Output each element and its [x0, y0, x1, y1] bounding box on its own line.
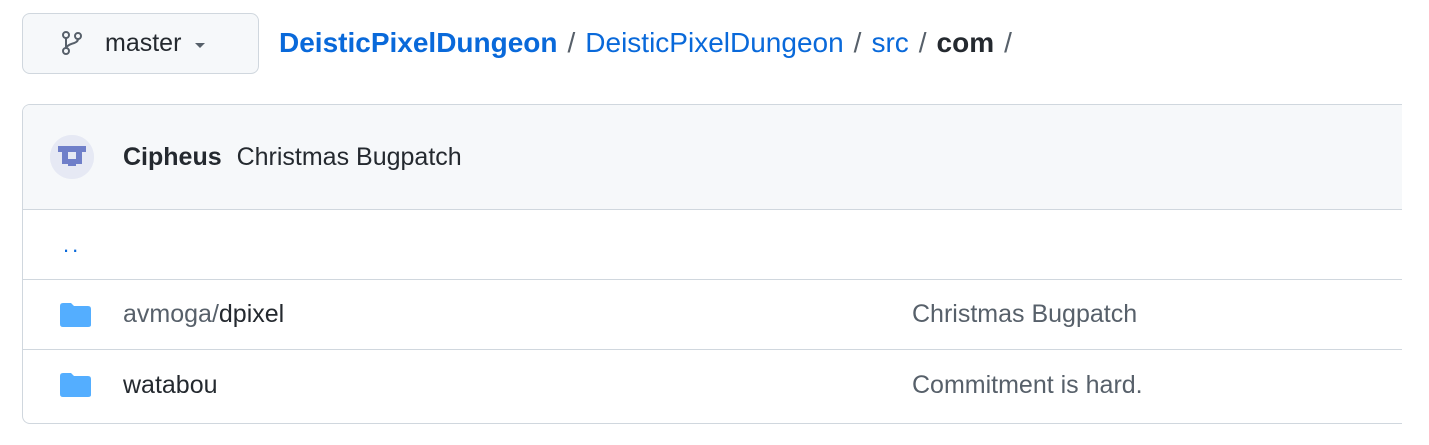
- latest-commit-header: Cipheus Christmas Bugpatch: [23, 105, 1402, 210]
- file-browser: Cipheus Christmas Bugpatch .. avmoga/dpi…: [22, 104, 1402, 424]
- repo-navigation-bar: master DeisticPixelDungeon / DeisticPixe…: [22, 12, 1022, 74]
- latest-commit-text: Cipheus Christmas Bugpatch: [123, 143, 462, 172]
- breadcrumb-current-folder: com: [936, 27, 995, 58]
- file-name-prefix: avmoga/: [123, 300, 219, 328]
- file-row[interactable]: watabou Commitment is hard.: [23, 350, 1402, 420]
- branch-select-button[interactable]: master: [22, 12, 259, 74]
- breadcrumb-repo-root[interactable]: DeisticPixelDungeon: [279, 27, 558, 59]
- avatar[interactable]: [50, 135, 94, 179]
- breadcrumb-folder-deisticpixeldungeon[interactable]: DeisticPixelDungeon: [585, 27, 843, 59]
- file-commit-message[interactable]: Commitment is hard.: [912, 371, 1143, 400]
- branch-name: master: [105, 28, 182, 57]
- file-commit-message[interactable]: Christmas Bugpatch: [912, 300, 1137, 329]
- folder-icon: [59, 302, 92, 328]
- breadcrumb-separator: /: [1004, 27, 1012, 58]
- commit-message[interactable]: Christmas Bugpatch: [237, 143, 462, 171]
- file-name: dpixel: [218, 300, 285, 328]
- breadcrumb-folder-src[interactable]: src: [871, 27, 908, 59]
- commit-author[interactable]: Cipheus: [123, 143, 222, 171]
- file-name-link[interactable]: avmoga/dpixel: [123, 300, 284, 329]
- git-branch-icon: [59, 30, 85, 56]
- file-row[interactable]: avmoga/dpixel Christmas Bugpatch: [23, 280, 1402, 350]
- breadcrumb-separator: /: [567, 27, 576, 58]
- breadcrumb-separator: /: [918, 27, 927, 58]
- file-name: watabou: [123, 370, 218, 399]
- chevron-down-icon: [195, 42, 206, 48]
- breadcrumb-separator: /: [853, 27, 862, 58]
- parent-directory-link[interactable]: ..: [63, 232, 81, 258]
- folder-icon: [59, 372, 92, 398]
- parent-directory-row[interactable]: ..: [23, 210, 1402, 280]
- breadcrumb: DeisticPixelDungeon / DeisticPixelDungeo…: [279, 27, 1022, 59]
- file-name-link[interactable]: watabou: [123, 371, 218, 400]
